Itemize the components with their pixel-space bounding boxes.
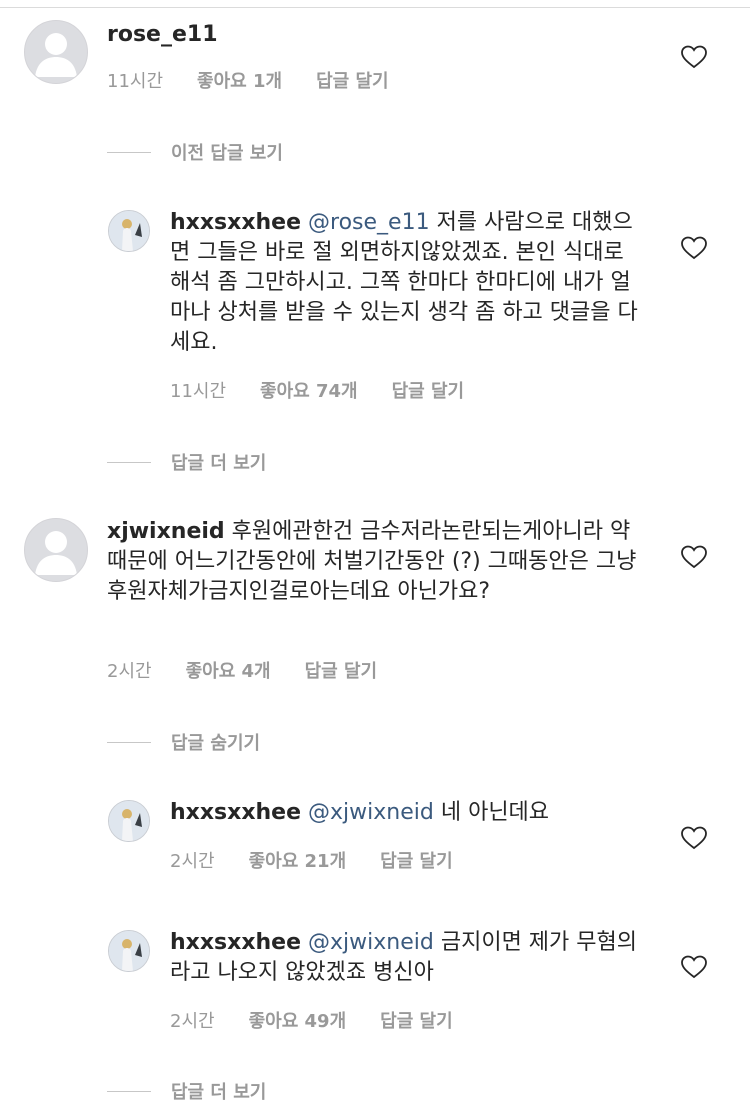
avatar[interactable] bbox=[24, 20, 88, 84]
profile-photo-icon bbox=[109, 211, 149, 251]
username[interactable]: hxxsxxhee bbox=[170, 210, 301, 235]
top-divider bbox=[0, 7, 750, 8]
toggle-label: 이전 답글 보기 bbox=[171, 143, 283, 164]
mention-link[interactable]: @xjwixneid bbox=[308, 800, 434, 825]
likes-count[interactable]: 좋아요 4개 bbox=[186, 657, 271, 683]
profile-photo-icon bbox=[109, 801, 149, 841]
hide-replies[interactable]: 답글 숨기기 bbox=[107, 729, 260, 755]
toggle-line bbox=[107, 461, 151, 463]
timestamp: 11시간 bbox=[170, 381, 227, 402]
default-avatar-icon bbox=[35, 33, 77, 77]
avatar[interactable] bbox=[108, 210, 150, 252]
toggle-label: 답글 더 보기 bbox=[171, 1082, 267, 1103]
view-previous-replies[interactable]: 이전 답글 보기 bbox=[107, 139, 283, 165]
avatar[interactable] bbox=[108, 930, 150, 972]
heart-icon[interactable] bbox=[681, 545, 707, 569]
timestamp: 2시간 bbox=[170, 1011, 215, 1032]
comment-meta: 2시간 좋아요 21개 답글 달기 bbox=[170, 847, 453, 873]
username[interactable]: hxxsxxhee bbox=[170, 800, 301, 825]
toggle-label: 답글 숨기기 bbox=[171, 733, 261, 754]
username[interactable]: hxxsxxhee bbox=[170, 930, 301, 955]
likes-count[interactable]: 좋아요 74개 bbox=[260, 377, 358, 403]
reply-body: 네 아닌데요 bbox=[440, 800, 550, 825]
avatar[interactable] bbox=[108, 800, 150, 842]
heart-icon[interactable] bbox=[681, 236, 707, 260]
toggle-label: 답글 더 보기 bbox=[171, 453, 267, 474]
reply-button[interactable]: 답글 달기 bbox=[380, 1007, 453, 1033]
comment-meta: 11시간 좋아요 1개 답글 달기 bbox=[107, 67, 389, 93]
mention-link[interactable]: @xjwixneid bbox=[308, 930, 434, 955]
avatar[interactable] bbox=[24, 518, 88, 582]
comment-text: xjwixneid 후원에관한건 금수저라논란되는게아니라 약때문에 어느기간동… bbox=[107, 517, 637, 607]
view-more-replies-bottom[interactable]: 답글 더 보기 bbox=[107, 1078, 266, 1104]
likes-count[interactable]: 좋아요 49개 bbox=[249, 1007, 347, 1033]
heart-icon[interactable] bbox=[681, 826, 707, 850]
username[interactable]: rose_e11 bbox=[107, 22, 218, 47]
view-more-replies[interactable]: 답글 더 보기 bbox=[107, 449, 266, 475]
timestamp: 2시간 bbox=[107, 661, 152, 682]
timestamp: 11시간 bbox=[107, 71, 164, 92]
toggle-line bbox=[107, 1090, 151, 1092]
username[interactable]: xjwixneid bbox=[107, 519, 225, 544]
toggle-line bbox=[107, 741, 151, 743]
comment-meta: 2시간 좋아요 49개 답글 달기 bbox=[170, 1007, 453, 1033]
comment-text: hxxsxxhee @rose_e11 저를 사람으로 대했으면 그들은 바로 … bbox=[170, 208, 645, 358]
timestamp: 2시간 bbox=[170, 851, 215, 872]
likes-count[interactable]: 좋아요 21개 bbox=[249, 847, 347, 873]
reply-button[interactable]: 답글 달기 bbox=[380, 847, 453, 873]
mention-link[interactable]: @rose_e11 bbox=[308, 210, 430, 235]
comment-meta: 2시간 좋아요 4개 답글 달기 bbox=[107, 657, 377, 683]
heart-icon[interactable] bbox=[681, 955, 707, 979]
profile-photo-icon bbox=[109, 931, 149, 971]
toggle-line bbox=[107, 151, 151, 153]
default-avatar-icon bbox=[35, 531, 77, 575]
comment-meta: 11시간 좋아요 74개 답글 달기 bbox=[170, 377, 464, 403]
comment-text: rose_e11 bbox=[107, 20, 667, 50]
comment-text: hxxsxxhee @xjwixneid 네 아닌데요 bbox=[170, 798, 645, 828]
likes-count[interactable]: 좋아요 1개 bbox=[197, 67, 282, 93]
reply-button[interactable]: 답글 달기 bbox=[392, 377, 465, 403]
reply-button[interactable]: 답글 달기 bbox=[305, 657, 378, 683]
heart-icon[interactable] bbox=[681, 45, 707, 69]
comment-text: hxxsxxhee @xjwixneid 금지이면 제가 무혐의라고 나오지 않… bbox=[170, 928, 645, 988]
reply-button[interactable]: 답글 달기 bbox=[316, 67, 389, 93]
